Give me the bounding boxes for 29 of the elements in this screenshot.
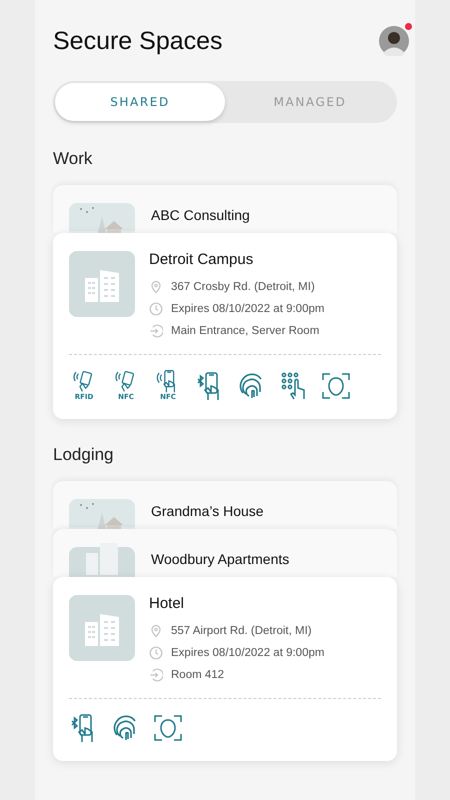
page-title: Secure Spaces [53,26,223,56]
door-list: Main Entrance, Server Room [171,325,320,337]
address: 367 Crosby Rd. (Detroit, MI) [171,281,315,293]
space-name: Woodbury Apartments [151,551,290,567]
space-card[interactable]: Grandma’s House [53,481,397,529]
location-pin-icon [149,280,163,294]
space-name: ABC Consulting [151,207,250,223]
space-card[interactable]: Hotel 557 Airport Rd. (Detroit, MI) Expires 08/10/2022 at 9:00pm Room 412 [53,577,397,761]
tab[interactable]: SHARED [55,83,225,121]
clock-icon [149,646,163,660]
door-list: Room 412 [171,669,224,681]
expiry-text: Expires 08/10/2022 at 9:00pm [171,303,324,315]
address: 557 Airport Rd. (Detroit, MI) [171,625,312,637]
face-scan-icon[interactable] [153,713,183,743]
space-name: Hotel [149,595,186,612]
space-card[interactable]: ABC Consulting [53,185,397,233]
location-pin-icon [149,624,163,638]
space-name: Detroit Campus [149,251,254,268]
avatar[interactable] [379,26,409,56]
enter-icon [149,668,163,682]
clock-icon [149,302,163,316]
section-heading: Work [53,149,94,169]
building-icon [69,251,135,317]
enter-icon [149,324,163,338]
building-icon [69,595,135,661]
section-heading: Lodging [53,445,115,465]
face-scan-icon[interactable] [321,371,351,401]
space-name: Grandma’s House [151,503,264,519]
expiry-text: Expires 08/10/2022 at 9:00pm [171,647,324,659]
